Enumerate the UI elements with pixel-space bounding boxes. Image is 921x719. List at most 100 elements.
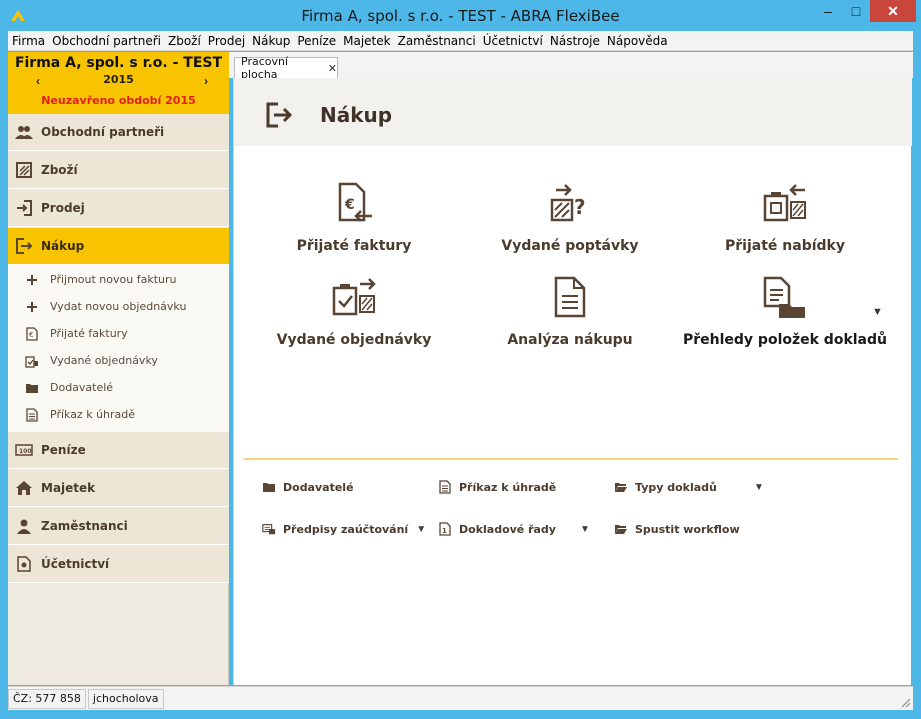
tile-overviews-dropdown-icon[interactable]: ▼ [872,306,883,318]
sidebar-item-label: Prodej [41,201,85,215]
tab-close-icon[interactable]: ✕ [328,62,337,75]
menu-money[interactable]: Peníze [297,34,340,48]
issued-order-icon [332,278,376,316]
tile-purchase-analysis[interactable]: Analýza nákupu [475,276,665,356]
status-bar: ČZ: 577 858 jchocholova [8,686,913,710]
current-user: jchocholova [87,688,164,709]
tile-label: Přehledy položek dokladů [682,332,887,348]
company-selector[interactable]: Firma A, spol. s r.o. - TEST ‹ 2015 › Ne… [8,52,229,114]
menu-firma[interactable]: Firma [12,34,49,48]
svg-text:€: € [29,331,33,339]
company-name: Firma A, spol. s r.o. - TEST [14,55,223,71]
sidebar-item-purchase[interactable]: Nákup [8,228,229,265]
link-label: Typy dokladů [635,480,717,494]
close-button[interactable]: ✕ [870,0,916,22]
sidebar: Firma A, spol. s r.o. - TEST ‹ 2015 › Ne… [8,52,229,685]
accounting-year: 2015 [103,73,134,86]
link-posting-rules[interactable]: Předpisy zaúčtování ▼ [262,520,426,538]
employee-icon [15,517,33,535]
menu-assets[interactable]: Majetek [343,34,394,48]
title-bar[interactable]: Firma A, spol. s r.o. - TEST - ABRA Flex… [0,0,921,31]
link-label: Příkaz k úhradě [459,480,557,494]
tile-label: Přijaté nabídky [725,238,845,254]
sidebar-item-label: Zaměstnanci [41,519,128,533]
sub-item-payment-order[interactable]: Příkaz k úhradě [8,401,229,428]
sidebar-item-accounting[interactable]: Účetnictví [8,546,229,583]
document-icon [25,407,39,422]
folder-open-icon [614,480,628,494]
app-window: Firma A, spol. s r.o. - TEST - ABRA Flex… [0,0,921,719]
svg-text:€: € [344,197,355,213]
menu-bar: Firma Obchodní partneři Zboží Prodej Nák… [8,31,913,51]
menu-tools[interactable]: Nástroje [550,34,604,48]
menu-accounting[interactable]: Účetnictví [483,34,547,48]
tab-strip: Pracovní plocha ✕ [229,52,913,81]
document-icon [438,480,452,494]
sub-item-label: Vydat novou objednávku [50,300,187,313]
sub-item-label: Dodavatelé [50,381,114,394]
svg-text:100: 100 [19,448,32,455]
analysis-icon [554,276,586,318]
link-suppliers[interactable]: Dodavatelé [262,478,354,496]
workflow-icon [614,522,628,536]
tile-label: Analýza nákupu [507,332,633,348]
sales-icon [15,199,33,217]
menu-help[interactable]: Nápověda [607,34,672,48]
sub-item-suppliers[interactable]: Dodavatelé [8,374,229,401]
sidebar-item-label: Účetnictví [41,557,110,571]
tile-label: Vydané objednávky [276,332,432,348]
maximize-button[interactable]: □ [843,0,869,22]
tile-received-offers[interactable]: Přijaté nabídky [690,182,880,262]
purchase-submenu: Přijmout novou fakturu Vydat novou objed… [8,264,229,432]
sidebar-item-label: Obchodní partneři [41,125,165,139]
link-payment-order[interactable]: Příkaz k úhradě [438,478,556,496]
sidebar-item-label: Peníze [41,443,86,457]
inquiry-icon: ? [550,184,586,222]
sub-item-label: Vydané objednávky [50,354,158,367]
link-document-series[interactable]: 1 Dokladové řady [438,520,556,538]
link-document-types[interactable]: Typy dokladů [614,478,717,496]
document-series-dropdown-icon[interactable]: ▼ [580,524,590,535]
link-label: Dokladové řady [459,522,556,536]
partners-icon [15,123,33,141]
sidebar-item-partners[interactable]: Obchodní partneři [8,114,229,151]
sub-item-new-invoice[interactable]: Přijmout novou fakturu [8,266,229,293]
currency-balance: ČZ: 577 858 [8,688,86,709]
assets-icon [15,479,33,497]
menu-purchase[interactable]: Nákup [252,34,294,48]
sub-item-new-order[interactable]: Vydat novou objednávku [8,293,229,320]
tile-received-invoices[interactable]: € Přijaté faktury [259,182,449,262]
menu-sales[interactable]: Prodej [208,34,249,48]
goods-icon [15,161,33,179]
next-year-button[interactable]: › [204,74,208,88]
tile-document-item-overviews[interactable]: Přehledy položek dokladů [683,276,887,356]
posting-rules-dropdown-icon[interactable]: ▼ [416,524,426,535]
document-types-dropdown-icon[interactable]: ▼ [754,482,764,493]
tile-issued-inquiries[interactable]: ? Vydané poptávky [475,182,665,262]
period-status: Neuzavřeno období 2015 [41,94,196,107]
sidebar-item-label: Nákup [41,239,85,253]
sidebar-item-money[interactable]: 100 Peníze [8,432,229,469]
sub-item-received-invoices[interactable]: € Přijaté faktury [8,320,229,347]
folder-icon [25,381,39,395]
svg-text:1: 1 [442,527,447,535]
sidebar-item-employees[interactable]: Zaměstnanci [8,508,229,545]
sidebar-item-goods[interactable]: Zboží [8,152,229,189]
sidebar-item-sales[interactable]: Prodej [8,190,229,227]
minimize-button[interactable]: – [815,0,841,22]
section-divider [244,458,898,460]
link-label: Předpisy zaúčtování [283,522,409,536]
posting-icon [262,522,276,536]
menu-goods[interactable]: Zboží [168,34,205,48]
resize-grip-icon[interactable] [899,696,911,708]
sidebar-item-assets[interactable]: Majetek [8,470,229,507]
tile-issued-orders[interactable]: Vydané objednávky [259,276,449,356]
sub-item-issued-orders[interactable]: Vydané objednávky [8,347,229,374]
svg-text:?: ? [574,195,586,219]
purchase-icon [15,237,33,255]
menu-employees[interactable]: Zaměstnanci [398,34,480,48]
link-run-workflow[interactable]: Spustit workflow [614,520,740,538]
tab-workspace[interactable]: Pracovní plocha ✕ [234,55,338,81]
menu-partners[interactable]: Obchodní partneři [52,34,165,48]
workspace-content: Nákup € Přijaté faktury ? Vydané poptávk… [233,78,912,685]
